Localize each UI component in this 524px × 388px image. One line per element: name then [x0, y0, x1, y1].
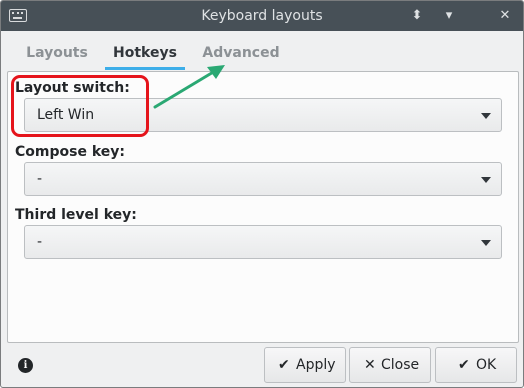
apply-button[interactable]: ✔ Apply	[264, 347, 346, 383]
apply-button-label: Apply	[296, 357, 336, 373]
tab-bar: Layouts Hotkeys Advanced	[7, 37, 519, 71]
dropdown-arrow-icon	[481, 177, 491, 183]
annotation-highlight-box	[11, 75, 149, 137]
check-icon: ✔	[278, 357, 290, 373]
third-level-key-label: Third level key:	[15, 207, 137, 223]
close-icon: ✕	[364, 357, 376, 373]
info-icon[interactable]: i	[18, 358, 33, 373]
close-button[interactable]: ✕ Close	[349, 347, 431, 383]
compose-key-combobox[interactable]: -	[24, 162, 502, 196]
keyboard-layouts-window: Keyboard layouts ⬍ ▾ ✕ Layouts Hotkeys A…	[0, 0, 524, 388]
restore-icon[interactable]: ⬍	[408, 7, 426, 25]
close-window-icon[interactable]: ✕	[496, 7, 514, 25]
minimize-icon[interactable]: ▾	[440, 7, 458, 25]
check-icon: ✔	[458, 357, 470, 373]
compose-key-label: Compose key:	[15, 144, 125, 160]
tab-layouts[interactable]: Layouts	[15, 37, 99, 71]
dropdown-arrow-icon	[481, 113, 491, 119]
third-level-key-value: -	[37, 234, 43, 250]
dropdown-arrow-icon	[481, 240, 491, 246]
close-button-label: Close	[381, 357, 420, 373]
compose-key-value: -	[37, 171, 43, 187]
ok-button-label: OK	[476, 357, 497, 373]
third-level-key-combobox[interactable]: -	[24, 225, 502, 259]
titlebar: Keyboard layouts ⬍ ▾ ✕	[1, 1, 523, 31]
annotation-arrow-icon	[153, 65, 225, 109]
ok-button[interactable]: ✔ OK	[435, 347, 517, 383]
